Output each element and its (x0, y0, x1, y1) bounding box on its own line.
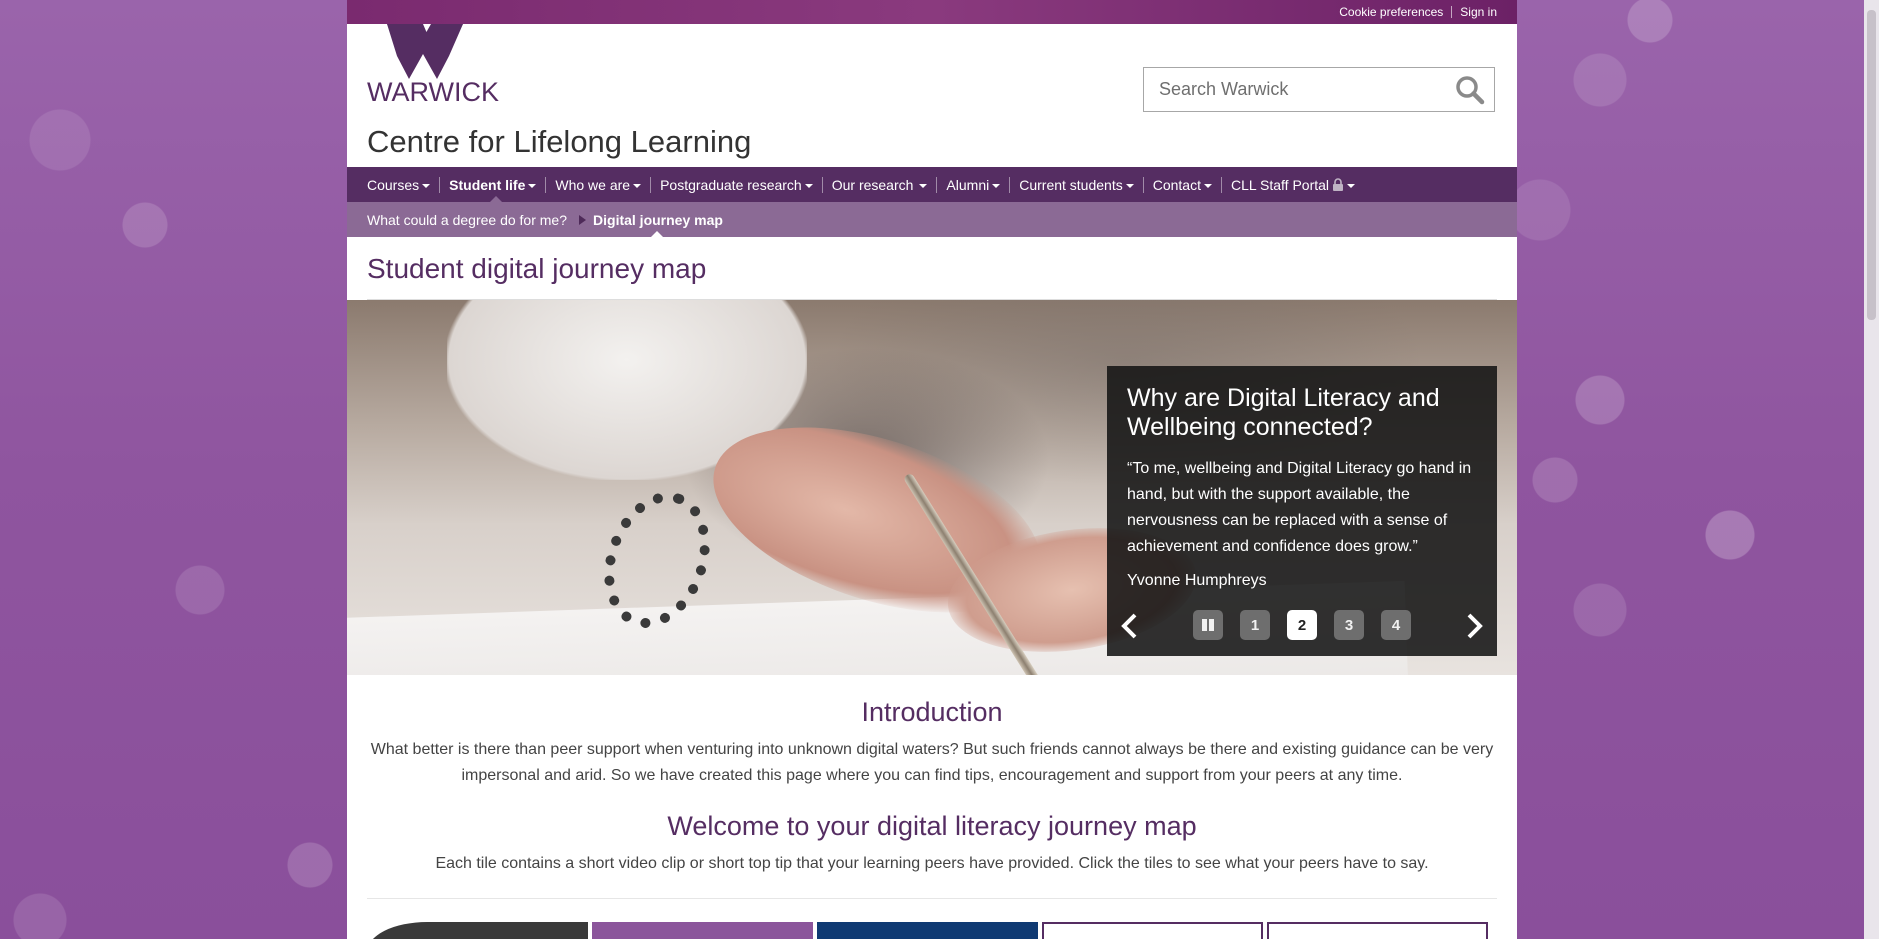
journey-tile[interactable] (1267, 922, 1488, 939)
nav-divider (936, 176, 938, 193)
chevron-left-icon (1121, 613, 1137, 639)
logo-wordmark: WARWICK (367, 77, 499, 104)
warwick-logo[interactable]: WARWICK (367, 24, 507, 107)
nav-item-label: Alumni (946, 176, 990, 193)
chevron-down-icon (528, 183, 537, 188)
chevron-down-icon (1203, 183, 1212, 188)
nav-item-current-students[interactable]: Current students (1019, 177, 1134, 193)
site-title[interactable]: Centre for Lifelong Learning (367, 124, 751, 160)
pause-icon (1202, 619, 1214, 631)
nav-item-our-research[interactable]: Our research (832, 177, 928, 193)
nav-item-label: Current students (1019, 176, 1123, 193)
nav-item-label: Contact (1152, 176, 1201, 193)
journey-tile[interactable] (367, 922, 588, 939)
search-input[interactable] (1144, 67, 1452, 112)
search-box (1143, 67, 1495, 112)
nav-item-label: CLL Staff Portal (1230, 176, 1330, 193)
nav-item-cll-staff-portal[interactable]: CLL Staff Portal (1230, 176, 1356, 193)
journey-tile[interactable] (817, 922, 1038, 939)
breadcrumb-parent-link[interactable]: What could a degree do for me? (367, 212, 567, 228)
carousel-prev-button[interactable] (1117, 612, 1141, 640)
nav-item-alumni[interactable]: Alumni (946, 176, 1001, 193)
carousel-pager: 1 2 3 4 (1193, 610, 1411, 640)
nav-divider (545, 176, 547, 193)
nav-item-label: Courses (367, 176, 420, 193)
site-header: WARWICK Centre for Lifelong Learning (347, 24, 1517, 167)
carousel-page-1[interactable]: 1 (1240, 610, 1270, 640)
carousel-controls: 1 2 3 4 (1107, 610, 1497, 642)
carousel-caption: Why are Digital Literacy and Wellbeing c… (1107, 366, 1497, 656)
carousel-heading: Why are Digital Literacy and Wellbeing c… (1127, 384, 1440, 441)
hero-carousel: Why are Digital Literacy and Wellbeing c… (347, 300, 1517, 675)
journey-tiles (367, 922, 1488, 939)
carousel-page-3[interactable]: 3 (1334, 610, 1364, 640)
subnav-active-pointer (651, 231, 663, 237)
nav-divider (821, 176, 823, 193)
scrollbar-thumb[interactable] (1867, 10, 1876, 320)
breadcrumb-current[interactable]: Digital journey map (593, 212, 723, 228)
journey-tile[interactable] (592, 922, 813, 939)
chevron-down-icon (919, 183, 928, 188)
search-icon[interactable] (1452, 72, 1488, 108)
carousel-page-4[interactable]: 4 (1381, 610, 1411, 640)
nav-item-label: Student life (449, 176, 526, 193)
chevron-right-icon (1467, 613, 1483, 639)
nav-item-postgraduate-research[interactable]: Postgraduate research (660, 177, 813, 193)
utility-bar: Cookie preferences Sign in (347, 0, 1517, 24)
tiles-divider (367, 898, 1497, 899)
page-title: Student digital journey map (367, 253, 707, 284)
breadcrumb-arrow-icon (579, 214, 587, 225)
utility-divider (1451, 6, 1453, 18)
nav-divider (1220, 176, 1222, 193)
nav-item-label: Postgraduate research (660, 176, 802, 193)
nav-divider (650, 176, 652, 193)
carousel-next-button[interactable] (1463, 612, 1487, 640)
chevron-down-icon (804, 183, 813, 188)
warwick-logo-mark: WARWICK (367, 24, 499, 107)
carousel-author: Yvonne Humphreys (1127, 572, 1267, 589)
cookie-preferences-link[interactable]: Cookie preferences (1339, 5, 1443, 19)
sign-in-link[interactable]: Sign in (1460, 5, 1497, 19)
nav-item-label: Our research (831, 176, 914, 193)
nav-item-courses[interactable]: Courses (367, 176, 431, 193)
page-scrollbar[interactable] (1864, 0, 1879, 939)
nav-divider (1009, 176, 1011, 193)
welcome-text: Each tile contains a short video clip or… (435, 855, 1429, 872)
nav-item-who-we-are[interactable]: Who we are (555, 176, 642, 193)
nav-item-label: Who we are (555, 176, 631, 193)
chevron-down-icon (1347, 183, 1356, 188)
chevron-down-icon (633, 183, 642, 188)
nav-divider (439, 176, 441, 193)
lock-icon (1332, 178, 1344, 191)
page-container: Cookie preferences Sign in WARWICK Centr… (347, 0, 1517, 939)
nav-divider (1142, 176, 1144, 193)
breadcrumb: What could a degree do for me? Digital j… (347, 202, 1517, 237)
carousel-page-2[interactable]: 2 (1287, 610, 1317, 640)
primary-nav: Courses Student life Who we are Postgrad… (347, 167, 1517, 202)
nav-item-student-life[interactable]: Student life (449, 176, 537, 193)
chevron-down-icon (1125, 183, 1134, 188)
chevron-down-icon (422, 183, 431, 188)
journey-tile[interactable] (1042, 922, 1263, 939)
carousel-pause-button[interactable] (1193, 610, 1223, 640)
carousel-quote: “To me, wellbeing and Digital Literacy g… (1127, 460, 1472, 555)
welcome-heading: Welcome to your digital literacy journey… (667, 811, 1197, 841)
introduction-text: What better is there than peer support w… (370, 741, 1494, 784)
chevron-down-icon (992, 183, 1001, 188)
nav-item-contact[interactable]: Contact (1153, 177, 1212, 193)
introduction-heading: Introduction (861, 697, 1003, 727)
